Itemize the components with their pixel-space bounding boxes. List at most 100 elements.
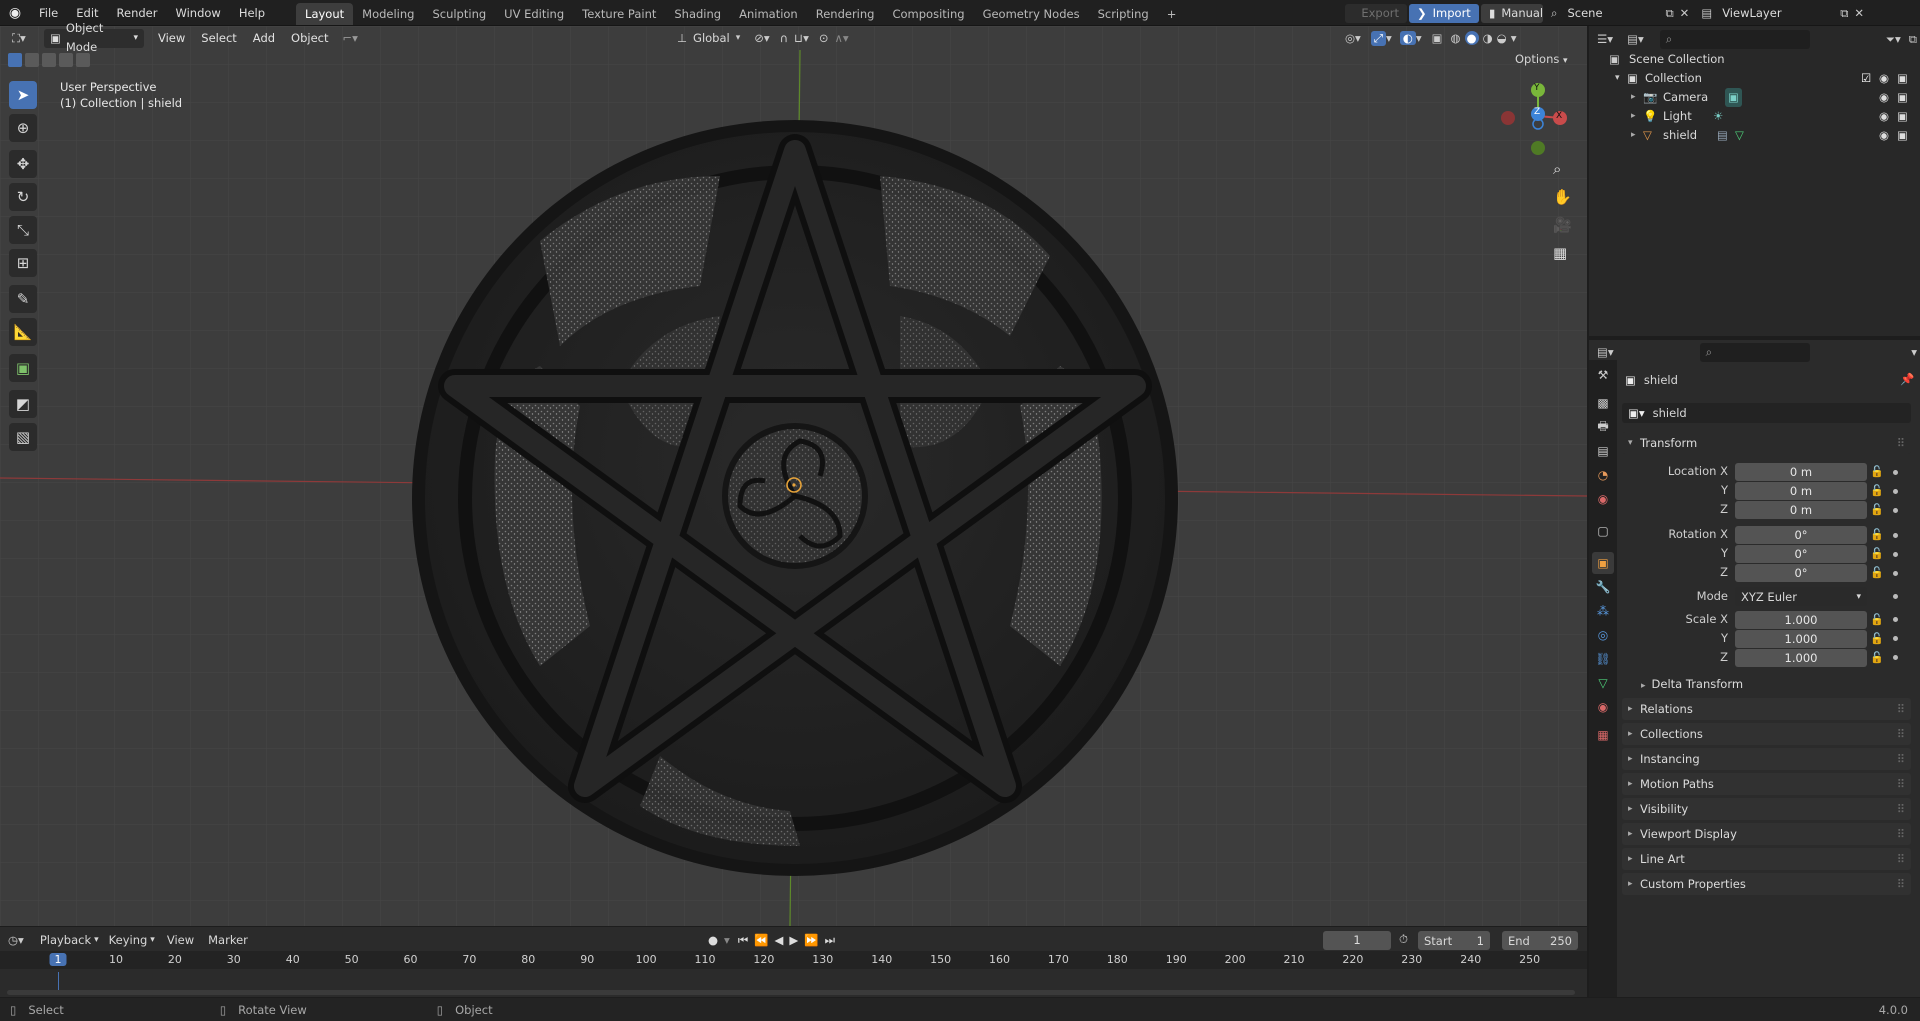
shading-rendered-icon[interactable]: ◒	[1497, 31, 1507, 45]
select-subtract-icon[interactable]	[42, 53, 56, 67]
eye-icon[interactable]: ◉	[1879, 88, 1889, 107]
import-button[interactable]: ❯ Import	[1409, 3, 1479, 23]
menu-help[interactable]: Help	[230, 0, 274, 26]
manual-button[interactable]: ▮ Manual	[1481, 3, 1543, 23]
material-tab-icon[interactable]: ◉	[1592, 696, 1614, 718]
viewport-display-panel-header[interactable]: ▸ Viewport Display ⠿	[1622, 823, 1911, 845]
lock-icon[interactable]: 🔓	[1870, 547, 1884, 560]
custom-properties-panel-header[interactable]: ▸ Custom Properties ⠿	[1622, 873, 1911, 895]
constraints-tab-icon[interactable]: ⛓	[1592, 648, 1614, 670]
scale-y-field[interactable]: 1.000	[1735, 630, 1867, 648]
mesh-data-icon[interactable]: ▽	[1735, 126, 1744, 145]
pivot-icon[interactable]: ⊘▾	[754, 31, 769, 45]
line-art-panel-header[interactable]: ▸ Line Art ⠿	[1622, 848, 1911, 870]
select-new-icon[interactable]	[8, 53, 22, 67]
outliner-row-camera[interactable]: ▸ 📷 Camera ▣ ◉ ▣	[1589, 88, 1920, 107]
keyframe-dot-icon[interactable]	[1893, 594, 1898, 599]
shading-wireframe-icon[interactable]: ◍	[1451, 31, 1461, 45]
lock-icon[interactable]: 🔓	[1870, 503, 1884, 516]
output-tab-icon[interactable]: 🖶	[1592, 416, 1614, 438]
particles-tab-icon[interactable]: ⁂	[1592, 600, 1614, 622]
object-datablock-field[interactable]: ▣▾ shield	[1622, 403, 1911, 423]
current-frame-field[interactable]: 1	[1323, 931, 1391, 950]
object-tab-icon[interactable]: ▣	[1592, 552, 1614, 574]
vp-menu-add[interactable]: Add	[245, 26, 283, 50]
rotation-x-field[interactable]: 0°	[1735, 526, 1867, 544]
drag-handle-icon[interactable]: ⠿	[1897, 723, 1905, 745]
tab-texture-paint[interactable]: Texture Paint	[573, 3, 665, 25]
scene-tab-icon[interactable]: ◔	[1592, 464, 1614, 486]
render-tab-icon[interactable]: ▩	[1592, 392, 1614, 414]
drag-handle-icon[interactable]: ⠿	[1897, 798, 1905, 820]
snap-dropdown-icon[interactable]: ⌐▾	[343, 31, 358, 45]
image-tool[interactable]: ▧	[9, 423, 37, 451]
vp-menu-object[interactable]: Object	[283, 26, 336, 50]
xray-icon[interactable]: ▣	[1432, 31, 1443, 45]
modifier-tab-icon[interactable]: 🔧	[1592, 576, 1614, 598]
jump-keyframe-forward-icon[interactable]: ⏩	[804, 933, 818, 947]
outliner-row-light[interactable]: ▸ 💡 Light ☀ ◉ ▣	[1589, 107, 1920, 126]
outliner-row-shield[interactable]: ▸ ▽ shield ▤ ▽ ◉ ▣	[1589, 126, 1920, 145]
keyframe-dot-icon[interactable]	[1893, 489, 1898, 494]
tab-shading[interactable]: Shading	[665, 3, 730, 25]
mode-dropdown[interactable]: ▣ Object Mode ▾	[44, 21, 144, 54]
outliner-row-collection[interactable]: ▾ ▣ Collection ☑ ◉ ▣	[1589, 69, 1920, 88]
properties-options-icon[interactable]: ▾	[1911, 345, 1917, 359]
overlay-dropdown-icon[interactable]: ▾	[1416, 31, 1422, 45]
timeline-scrollbar[interactable]	[7, 990, 1575, 995]
select-extend-icon[interactable]	[25, 53, 39, 67]
3d-viewport[interactable]: User Perspective (1) Collection | shield	[0, 26, 1587, 926]
tab-layout[interactable]: Layout	[296, 2, 354, 25]
physics-tab-icon[interactable]: ◎	[1592, 624, 1614, 646]
camera-render-icon[interactable]: ▣	[1897, 107, 1908, 126]
keying-dropdown-icon[interactable]: ▾	[724, 933, 730, 947]
timeline-menu-keying[interactable]: Keying	[109, 933, 148, 947]
scene-name-field[interactable]: Scene	[1561, 3, 1662, 23]
keyframe-dot-icon[interactable]	[1893, 552, 1898, 557]
timeline-menu-view[interactable]: View	[167, 933, 194, 947]
collection-tab-icon[interactable]: ▢	[1592, 520, 1614, 542]
rotate-tool[interactable]: ↻	[9, 183, 37, 211]
shading-solid-icon[interactable]: ●	[1464, 31, 1479, 45]
tab-animation[interactable]: Animation	[730, 3, 807, 25]
lock-icon[interactable]: 🔓	[1870, 566, 1884, 579]
snap-magnet-icon[interactable]: ∩	[780, 31, 788, 45]
zoom-icon[interactable]: ⌕	[1553, 160, 1561, 178]
visibility-eye-icon[interactable]: ◎▾	[1345, 31, 1361, 45]
jump-end-icon[interactable]: ⏭	[825, 933, 835, 948]
scale-tool[interactable]: ⤡	[9, 216, 37, 244]
eye-icon[interactable]: ◉	[1879, 69, 1889, 88]
properties-search-input[interactable]: ⌕	[1699, 342, 1810, 362]
drag-handle-icon[interactable]: ⠿	[1897, 823, 1905, 845]
tab-uv-editing[interactable]: UV Editing	[495, 3, 573, 25]
outliner-editor-icon[interactable]: ☰▾	[1597, 32, 1613, 46]
lock-icon[interactable]: 🔓	[1870, 651, 1884, 664]
tab-geometry-nodes[interactable]: Geometry Nodes	[974, 3, 1089, 25]
overlay-icon[interactable]: ◐	[1399, 31, 1416, 45]
expand-icon[interactable]: ▸	[1631, 107, 1636, 126]
location-y-field[interactable]: 0 m	[1735, 482, 1867, 500]
rotation-y-field[interactable]: 0°	[1735, 545, 1867, 563]
rotation-z-field[interactable]: 0°	[1735, 564, 1867, 582]
timeline-menu-marker[interactable]: Marker	[208, 933, 248, 947]
eye-icon[interactable]: ◉	[1879, 107, 1889, 126]
exclude-checkbox-icon[interactable]: ☑	[1861, 69, 1871, 88]
cursor-tool[interactable]: ⊕	[9, 114, 37, 142]
data-tab-icon[interactable]: ▽	[1592, 672, 1614, 694]
tab-scripting[interactable]: Scripting	[1089, 3, 1158, 25]
view-layer-tab-icon[interactable]: ▤	[1592, 440, 1614, 462]
instancing-panel-header[interactable]: ▸ Instancing ⠿	[1622, 748, 1911, 770]
scene-selector-icon[interactable]: ⌕	[1551, 6, 1557, 21]
filter-icon[interactable]: ⏷▾	[1886, 32, 1901, 47]
gizmo-icon[interactable]: ⤢	[1370, 30, 1387, 46]
delete-viewlayer-icon[interactable]: ✕	[1854, 6, 1864, 20]
clock-icon[interactable]: ◷▾	[8, 933, 24, 947]
transform-tool[interactable]: ⊞	[9, 249, 37, 277]
gizmo-dropdown-icon[interactable]: ▾	[1386, 31, 1392, 45]
tab-rendering[interactable]: Rendering	[807, 3, 884, 25]
export-button[interactable]: Export	[1345, 3, 1407, 23]
lock-icon[interactable]: 🔓	[1870, 613, 1884, 626]
pin-icon[interactable]: 📌	[1900, 372, 1914, 386]
drag-handle-icon[interactable]: ⠿	[1897, 698, 1905, 720]
annotate-tool[interactable]: ✎	[9, 285, 37, 313]
